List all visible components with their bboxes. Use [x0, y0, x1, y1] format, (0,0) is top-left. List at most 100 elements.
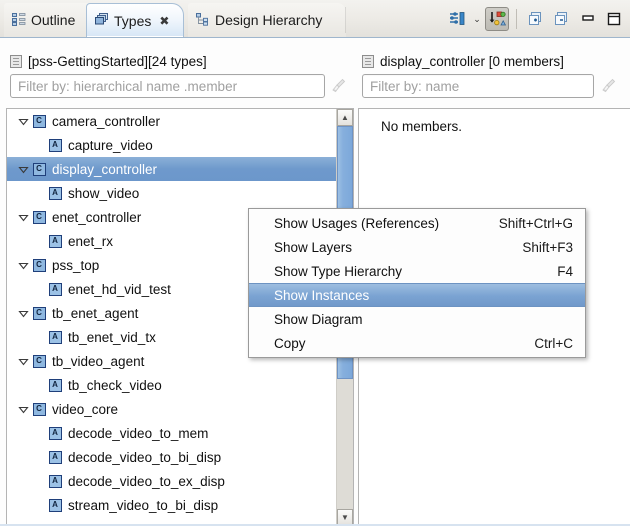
component-type-icon: C — [31, 162, 47, 176]
context-menu-item-label: Show Usages (References) — [274, 215, 440, 231]
tree-row-label: decode_video_to_bi_disp — [68, 449, 222, 465]
context-menu-item-label: Show Diagram — [274, 311, 363, 327]
filter-options-button[interactable] — [445, 7, 469, 31]
expand-collapse-twisty-icon[interactable] — [15, 260, 31, 271]
expand-collapse-twisty-icon[interactable] — [15, 356, 31, 367]
tree-row-label: video_core — [52, 401, 119, 417]
tab-bar: Outline Types ✖ Design Hierarchy ⌄ — [0, 0, 630, 38]
left-pane-header: [pss-GettingStarted][24 types] — [10, 50, 207, 72]
tree-row[interactable]: Adecode_video_to_bi_disp — [7, 445, 353, 469]
context-menu-item[interactable]: Show Type Hierarchy F4 — [249, 259, 585, 283]
action-type-icon: A — [47, 138, 63, 152]
context-menu-item-label: Show Type Hierarchy — [274, 263, 403, 279]
tree-row-label: tb_video_agent — [52, 353, 145, 369]
minimize-button[interactable] — [576, 7, 600, 31]
expand-collapse-twisty-icon[interactable] — [15, 308, 31, 319]
expand-collapse-twisty-icon[interactable] — [15, 212, 31, 223]
document-icon — [10, 54, 22, 68]
action-type-icon: A — [47, 378, 63, 392]
tree-row[interactable]: Adecode_video_to_ex_disp — [7, 469, 353, 493]
action-type-icon: A — [47, 234, 63, 248]
context-menu-item[interactable]: Show Diagram — [249, 307, 585, 331]
tree-row[interactable]: Cvideo_core — [7, 397, 353, 421]
component-type-icon: C — [31, 306, 47, 320]
types-icon — [95, 12, 109, 29]
context-menu-item[interactable]: Copy Ctrl+C — [249, 331, 585, 355]
tab-design-hierarchy[interactable]: Design Hierarchy — [188, 3, 346, 37]
action-type-icon: A — [47, 450, 63, 464]
context-menu-item-shortcut: Shift+F3 — [522, 239, 573, 255]
tree-row-label: pss_top — [52, 257, 100, 273]
component-type-icon: C — [31, 402, 47, 416]
chevron-up-icon: ▲ — [341, 112, 349, 122]
clear-filter-broom-icon[interactable] — [600, 77, 618, 95]
right-pane-header: display_controller [0 members] — [362, 50, 564, 72]
context-menu-item-shortcut: F4 — [557, 263, 573, 279]
tab-types[interactable]: Types ✖ — [86, 3, 184, 37]
component-type-icon: C — [31, 114, 47, 128]
component-type-icon: C — [31, 354, 47, 368]
document-icon — [362, 54, 374, 68]
left-filter-input[interactable]: Filter by: hierarchical name .member — [10, 74, 325, 98]
outline-icon — [12, 12, 26, 29]
tree-row-label: tb_enet_vid_tx — [68, 329, 156, 345]
scroll-up-button[interactable]: ▲ — [337, 109, 353, 126]
tree-row-label: capture_video — [68, 137, 153, 153]
tree-row-label: stream_video_to_bi_disp — [68, 497, 219, 513]
filter-row: Filter by: hierarchical name .member Fil… — [0, 74, 630, 100]
tree-row[interactable]: Cdisplay_controller — [7, 157, 353, 181]
action-type-icon: A — [47, 186, 63, 200]
tree-row[interactable]: Astream_video_to_bi_disp — [7, 493, 353, 517]
expand-collapse-twisty-icon[interactable] — [15, 404, 31, 415]
hierarchy-icon — [196, 12, 210, 29]
right-pane-header-label: display_controller [0 members] — [380, 53, 564, 69]
tree-row-label: decode_video_to_mem — [68, 425, 209, 441]
left-pane-header-label: [pss-GettingStarted][24 types] — [28, 53, 207, 69]
tree-row-label: decode_video_to_ex_disp — [68, 473, 225, 489]
context-menu-item-label: Copy — [274, 335, 306, 351]
tree-row-label: enet_hd_vid_test — [68, 281, 171, 297]
context-menu-item-label: Show Instances — [274, 287, 370, 303]
tree-row-label: display_controller — [52, 161, 158, 177]
expand-all-button[interactable] — [524, 7, 548, 31]
tree-row-label: tb_check_video — [68, 377, 162, 393]
action-type-icon: A — [47, 330, 63, 344]
view-toolbar: ⌄ — [445, 4, 626, 34]
tree-row-label: show_video — [68, 185, 140, 201]
context-menu[interactable]: Show Usages (References) Shift+Ctrl+G Show… — [248, 208, 586, 358]
tree-row[interactable]: Ashow_video — [7, 181, 353, 205]
tab-design-hierarchy-label: Design Hierarchy — [215, 12, 323, 28]
context-menu-item-label: Show Layers — [274, 239, 353, 255]
tree-row[interactable]: Acapture_video — [7, 133, 353, 157]
members-empty-message: No members. — [381, 119, 463, 134]
sort-types-button[interactable] — [485, 7, 509, 31]
component-type-icon: C — [31, 210, 47, 224]
expand-collapse-twisty-icon[interactable] — [15, 116, 31, 127]
context-menu-item[interactable]: Show Layers Shift+F3 — [249, 235, 585, 259]
clear-filter-broom-icon[interactable] — [330, 77, 348, 95]
action-type-icon: A — [47, 426, 63, 440]
collapse-all-button[interactable] — [550, 7, 574, 31]
maximize-button[interactable] — [602, 7, 626, 31]
tree-row-label: enet_controller — [52, 209, 142, 225]
panes-container: [pss-GettingStarted][24 types] display_c… — [0, 38, 630, 526]
right-filter-input[interactable]: Filter by: name — [362, 74, 594, 98]
tab-close-icon[interactable]: ✖ — [159, 14, 169, 28]
tab-outline-label: Outline — [31, 12, 76, 28]
context-menu-item-shortcut: Shift+Ctrl+G — [498, 215, 573, 231]
chevron-down-icon[interactable]: ⌄ — [471, 14, 483, 25]
types-view-window: Outline Types ✖ Design Hierarchy ⌄ [pss-… — [0, 0, 630, 526]
action-type-icon: A — [47, 474, 63, 488]
context-menu-item-shortcut: Ctrl+C — [534, 335, 573, 351]
component-type-icon: C — [31, 258, 47, 272]
action-type-icon: A — [47, 282, 63, 296]
tree-row[interactable]: Adecode_video_to_mem — [7, 421, 353, 445]
expand-collapse-twisty-icon[interactable] — [15, 164, 31, 175]
tree-row[interactable]: Atb_check_video — [7, 373, 353, 397]
context-menu-item[interactable]: Show Usages (References) Shift+Ctrl+G — [249, 211, 585, 235]
tree-row[interactable]: Ccamera_controller — [7, 109, 353, 133]
context-menu-item[interactable]: Show Instances — [249, 283, 585, 307]
action-type-icon: A — [47, 498, 63, 512]
chevron-down-icon: ▼ — [341, 512, 349, 522]
tree-row-label: camera_controller — [52, 113, 161, 129]
